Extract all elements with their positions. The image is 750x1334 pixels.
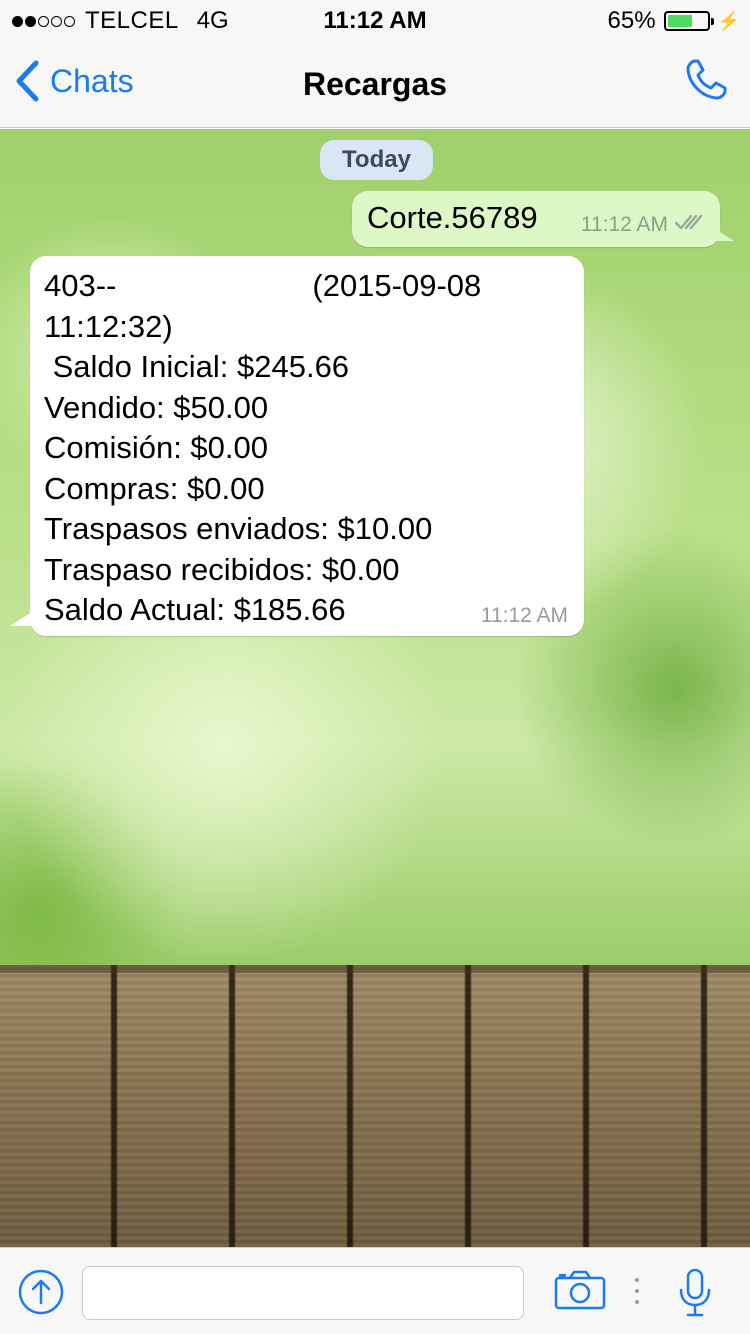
line-saldo-actual: Saldo Actual: $185.66 [44, 592, 346, 627]
incoming-message-time: 11:12 AM [480, 604, 568, 627]
wallpaper-wood-floor [0, 965, 750, 1247]
line-traspasos-enviados: Traspasos enviados: $10.00 [44, 511, 433, 546]
line-1-prefix: 403-- [44, 268, 117, 303]
line-2: 11:12:32) [44, 308, 173, 344]
status-right: 65% ⚡ [608, 7, 740, 35]
incoming-message[interactable]: 403-- (2015-09-08 11:12:32) Saldo Inicial… [30, 256, 584, 636]
outgoing-message-time: 11:12 AM [580, 213, 668, 236]
nav-bar: Chats Recargas [0, 40, 750, 128]
date-separator: Today [320, 140, 433, 180]
incoming-bubble-tail [10, 612, 32, 626]
chat-area[interactable]: Today Corte.56789 11:12 AM 403-- (2015-09… [0, 129, 750, 1247]
camera-icon [554, 1270, 606, 1310]
camera-button[interactable] [554, 1270, 606, 1315]
battery-percent: 65% [607, 7, 656, 34]
outgoing-message-text: Corte.56789 [367, 200, 538, 235]
charging-icon: ⚡ [717, 10, 740, 31]
share-button[interactable] [18, 1269, 64, 1320]
message-input[interactable] [82, 1266, 524, 1320]
outgoing-message[interactable]: Corte.56789 11:12 AM [352, 191, 720, 247]
line-traspaso-recibidos: Traspaso recibidos: $0.00 [44, 551, 400, 587]
line-comision: Comisión: $0.00 [44, 430, 269, 465]
call-button[interactable] [682, 56, 730, 109]
double-check-icon [674, 214, 703, 230]
incoming-message-text: 403-- (2015-09-08 11:12:32) Saldo Inicial… [44, 266, 481, 631]
status-bar: TELCEL 4G 11:12 AM 65% ⚡ [0, 0, 750, 40]
line-1-suffix: (2015-09-08 [312, 268, 482, 303]
separator-dots [635, 1278, 639, 1304]
voice-message-button[interactable] [677, 1268, 713, 1323]
input-bar [0, 1247, 750, 1334]
upload-icon [18, 1269, 64, 1315]
battery-icon [663, 11, 714, 31]
outgoing-bubble-tail [712, 227, 734, 241]
microphone-icon [679, 1268, 711, 1317]
line-compras: Compras: $0.00 [44, 470, 265, 506]
chat-title: Recargas [302, 66, 448, 102]
redacted-box [118, 273, 307, 302]
battery-fill [667, 15, 693, 27]
line-vendido: Vendido: $50.00 [44, 389, 269, 425]
phone-icon [686, 59, 727, 100]
line-saldo-inicial: Saldo Inicial: $245.66 [44, 349, 350, 384]
